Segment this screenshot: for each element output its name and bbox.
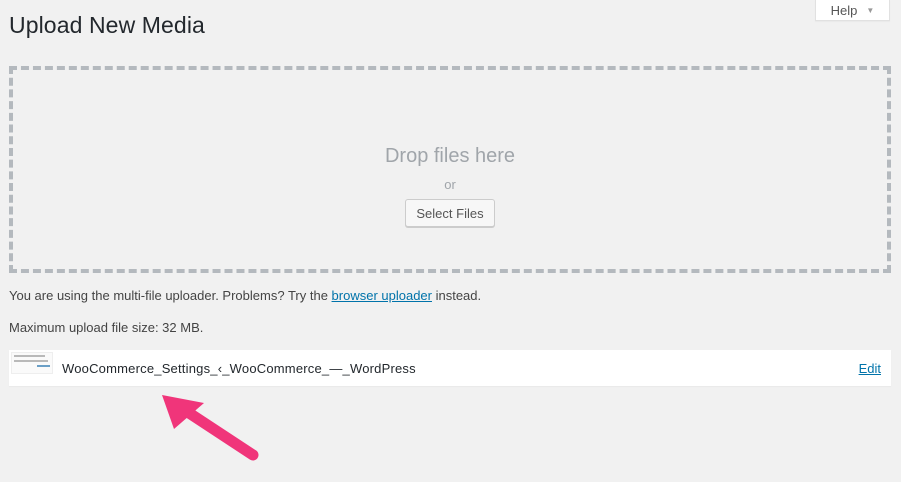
media-item: WooCommerce_Settings_‹_WooCommerce_—_Wor… bbox=[9, 350, 891, 386]
drop-title: Drop files here bbox=[384, 145, 516, 167]
drop-or-text: or bbox=[444, 177, 456, 192]
browser-uploader-link[interactable]: browser uploader bbox=[332, 288, 432, 303]
annotation-arrow-icon bbox=[162, 395, 259, 461]
edit-link[interactable]: Edit bbox=[859, 361, 881, 376]
uploader-note-prefix: You are using the multi-file uploader. P… bbox=[9, 288, 332, 303]
uploader-note: You are using the multi-file uploader. P… bbox=[9, 288, 481, 303]
page-title: Upload New Media bbox=[9, 12, 205, 38]
media-filename: WooCommerce_Settings_‹_WooCommerce_—_Wor… bbox=[62, 360, 416, 376]
media-thumbnail bbox=[11, 352, 53, 374]
thumb-line bbox=[14, 355, 45, 357]
help-label: Help bbox=[830, 2, 858, 18]
uploader-note-suffix: instead. bbox=[431, 288, 482, 303]
thumb-link-line bbox=[37, 365, 50, 367]
select-files-button[interactable]: Select Files bbox=[405, 199, 495, 227]
arrow-shape bbox=[162, 395, 259, 461]
help-button[interactable]: Help ▼ bbox=[815, 0, 890, 21]
caret-down-icon: ▼ bbox=[866, 5, 875, 15]
thumb-line bbox=[14, 360, 49, 362]
drop-zone[interactable]: Drop files here or Select Files bbox=[9, 66, 891, 273]
max-upload-size: Maximum upload file size: 32 MB. bbox=[9, 320, 204, 335]
